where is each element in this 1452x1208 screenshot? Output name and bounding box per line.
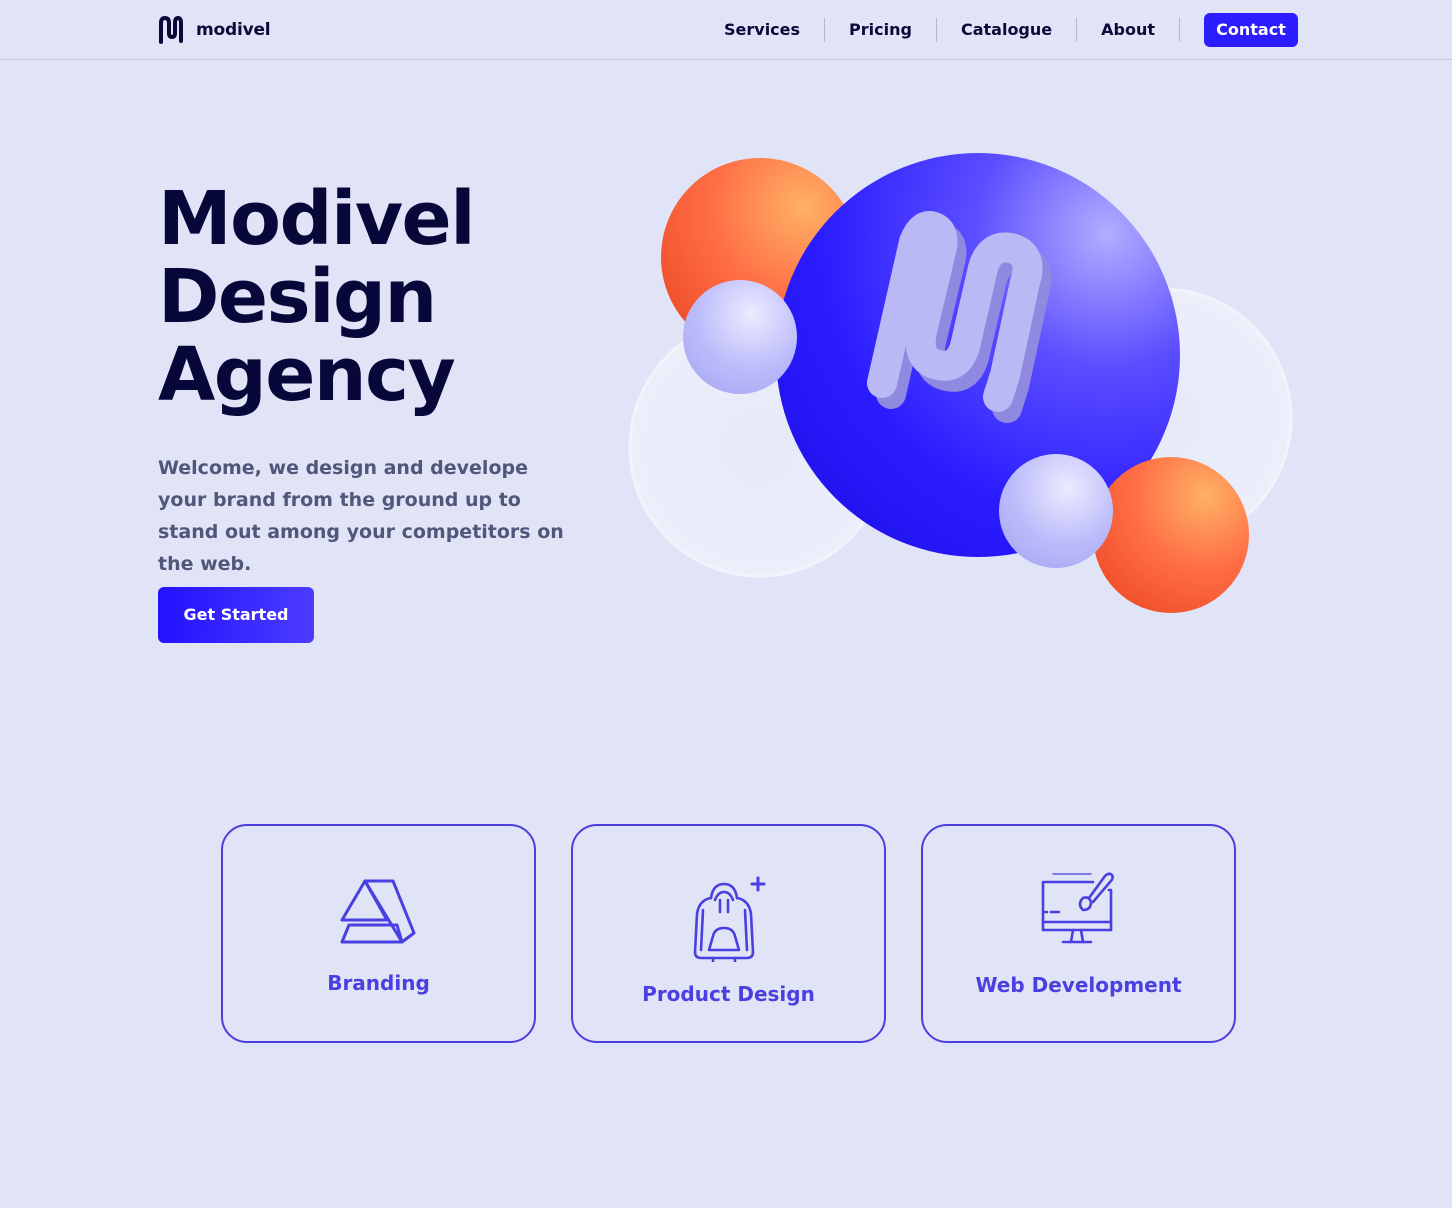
hero-description: Welcome, we design and develope your bra…	[158, 457, 564, 575]
hoodie-icon	[693, 876, 765, 962]
lavender-sphere	[999, 454, 1113, 568]
lavender-sphere	[683, 280, 797, 394]
hero-illustration	[620, 140, 1310, 630]
site-header: modivel Services Pricing Catalogue About…	[0, 0, 1452, 60]
service-card-branding[interactable]: Branding	[221, 824, 536, 1043]
nav-item-about[interactable]: About	[1077, 13, 1179, 47]
hero-title-line: Agency	[158, 332, 456, 418]
contact-button[interactable]: Contact	[1204, 13, 1298, 47]
logo-text: modivel	[196, 20, 271, 40]
hero-title-line: Modivel	[158, 176, 476, 262]
nav-item-pricing[interactable]: Pricing	[825, 13, 936, 47]
monitor-brush-icon	[1041, 872, 1114, 944]
nav-item-services[interactable]: Services	[700, 13, 824, 47]
service-label: Branding	[327, 971, 430, 995]
service-card-web-development[interactable]: Web Development	[921, 824, 1236, 1043]
nav-item-catalogue[interactable]: Catalogue	[937, 13, 1076, 47]
service-label: Product Design	[642, 982, 815, 1006]
nav-divider	[1179, 18, 1180, 42]
main-nav: Services Pricing Catalogue About Contact	[700, 13, 1298, 47]
branding-icon	[340, 879, 415, 944]
hero-title-line: Design	[158, 254, 437, 340]
modivel-m-logo-icon	[867, 211, 1052, 423]
modivel-logo-icon	[159, 16, 183, 44]
service-card-product-design[interactable]: Product Design	[571, 824, 886, 1043]
logo[interactable]: modivel	[158, 15, 271, 45]
hero-title: Modivel Design Agency	[158, 180, 578, 414]
get-started-button[interactable]: Get Started	[158, 587, 314, 643]
orange-sphere	[1093, 457, 1249, 613]
service-label: Web Development	[975, 973, 1182, 997]
